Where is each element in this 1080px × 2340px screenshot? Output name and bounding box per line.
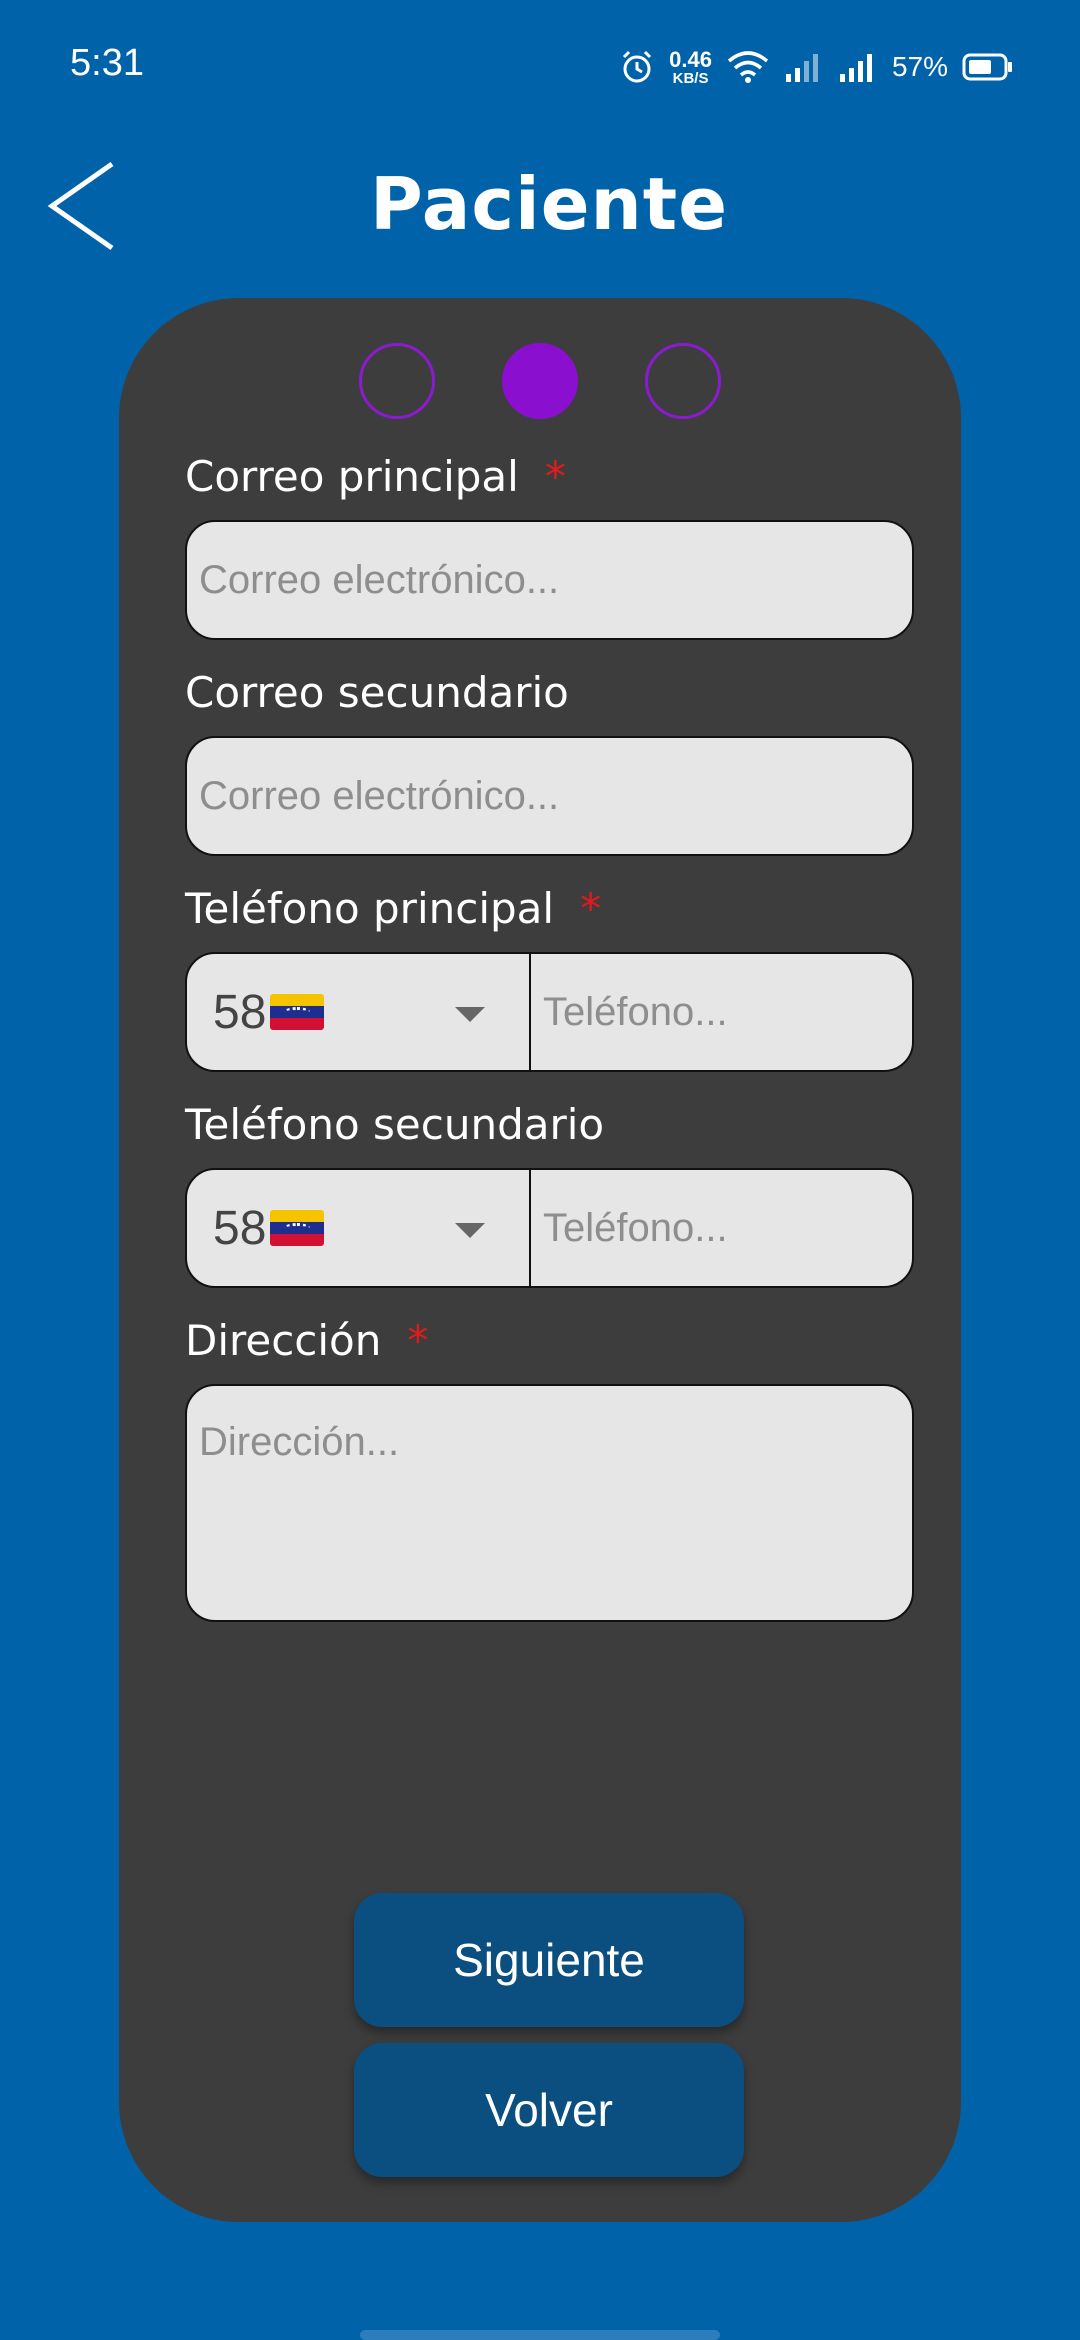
country-code: 58	[213, 985, 267, 1039]
home-indicator[interactable]	[360, 2330, 720, 2340]
required-mark: *	[580, 884, 602, 933]
primary-phone-label-text: Teléfono principal	[185, 884, 555, 933]
network-speed: 0.46 KB/S	[669, 46, 712, 87]
signal-icon	[785, 54, 818, 82]
primary-phone-input[interactable]	[531, 954, 912, 1070]
secondary-phone-input[interactable]	[531, 1170, 912, 1286]
address-textarea[interactable]	[187, 1386, 912, 1620]
primary-email-field[interactable]	[185, 520, 914, 640]
alarm-icon	[623, 50, 652, 83]
required-mark: *	[407, 1316, 429, 1365]
primary-email-input[interactable]	[187, 522, 912, 638]
page-title: Paciente	[369, 162, 729, 246]
primary-country-code-select[interactable]: 58	[187, 954, 531, 1070]
primary-phone-label: Teléfono principal *	[185, 884, 601, 933]
status-bar: 5:31 0.46 KB/S 57%	[0, 0, 1080, 130]
battery-percent: 57%	[891, 51, 948, 82]
secondary-email-input[interactable]	[187, 738, 912, 854]
step-indicator	[0, 343, 1080, 419]
back-form-button[interactable]: Volver	[354, 2043, 744, 2177]
secondary-email-field[interactable]	[185, 736, 914, 856]
status-time: 5:31	[70, 42, 144, 84]
address-label: Dirección *	[185, 1316, 428, 1365]
secondary-phone-field: 58	[185, 1168, 914, 1288]
signal-icon	[839, 54, 872, 82]
primary-email-label-text: Correo principal	[185, 452, 519, 501]
address-field[interactable]	[185, 1384, 914, 1622]
network-speed-value: 0.46	[669, 46, 712, 72]
secondary-country-code-select[interactable]: 58	[187, 1170, 531, 1286]
secondary-email-label: Correo secundario	[185, 668, 569, 717]
country-code: 58	[213, 1201, 267, 1255]
network-speed-unit: KB/S	[672, 69, 709, 87]
secondary-email-label-text: Correo secundario	[185, 668, 569, 717]
step-dot-1	[359, 343, 435, 419]
step-dot-3	[645, 343, 721, 419]
caret-down-icon	[455, 1007, 485, 1022]
step-dot-2-active	[502, 343, 578, 419]
primary-phone-field: 58	[185, 952, 914, 1072]
venezuela-flag-icon	[270, 994, 325, 1030]
venezuela-flag-icon	[270, 1210, 325, 1246]
caret-down-icon	[455, 1223, 485, 1238]
next-button[interactable]: Siguiente	[354, 1893, 744, 2027]
primary-email-label: Correo principal *	[185, 452, 566, 501]
wifi-icon	[727, 51, 769, 83]
address-label-text: Dirección	[185, 1316, 382, 1365]
required-mark: *	[544, 452, 566, 501]
secondary-phone-label-text: Teléfono secundario	[185, 1100, 605, 1149]
battery-icon	[962, 53, 1012, 81]
status-icons: 0.46 KB/S 57%	[619, 44, 1014, 90]
secondary-phone-label: Teléfono secundario	[185, 1100, 604, 1149]
